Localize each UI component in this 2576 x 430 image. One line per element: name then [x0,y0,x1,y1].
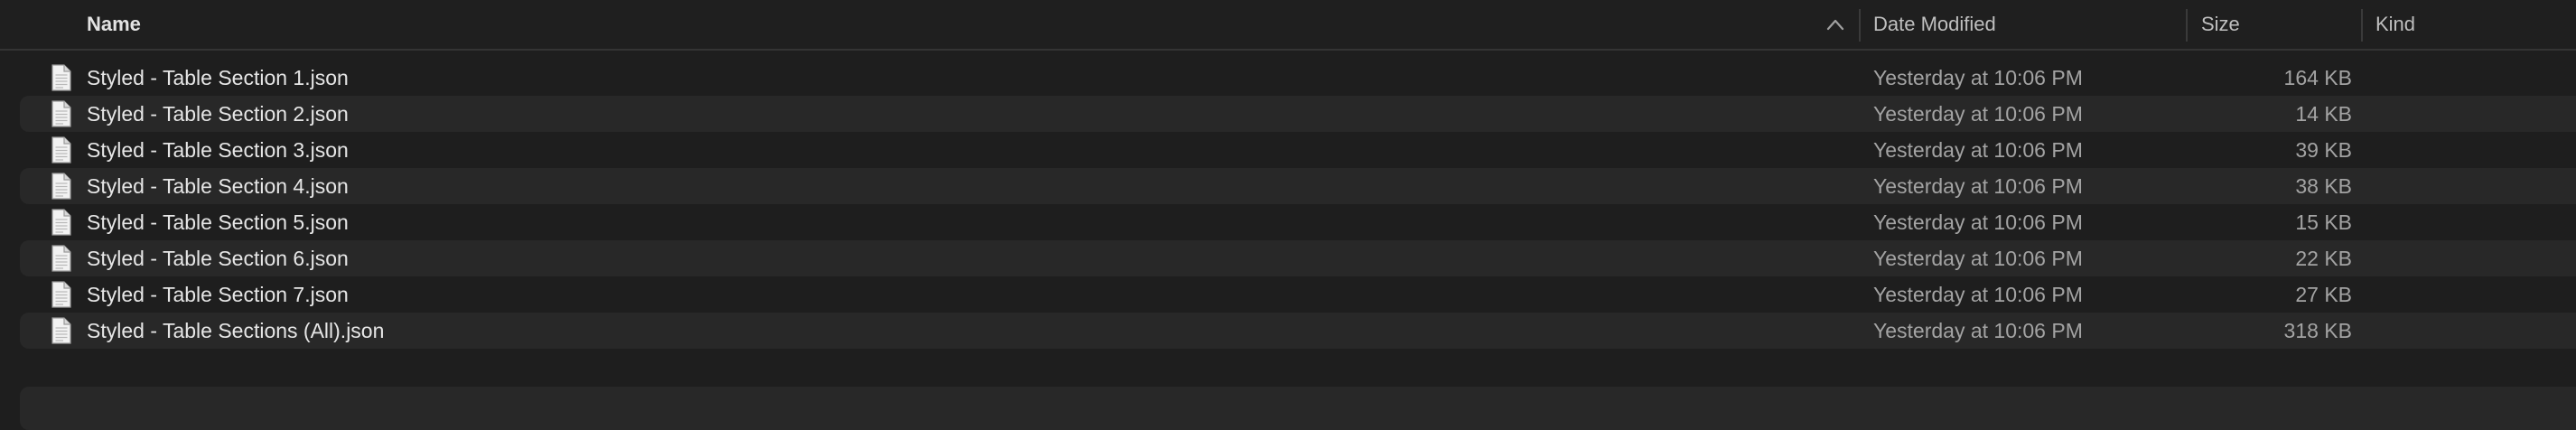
column-header-name[interactable]: Name [87,0,141,49]
document-icon [51,317,71,344]
document-icon [51,245,71,272]
column-divider[interactable] [2186,9,2188,42]
empty-row [20,387,2576,430]
file-size: 164 KB [2283,66,2352,89]
file-list: Styled - Table Section 1.json Yesterday … [20,60,2576,349]
column-header-kind[interactable]: Kind [2375,0,2415,49]
document-icon [51,173,71,200]
file-row[interactable]: Styled - Table Sections (All).json Yeste… [20,313,2576,349]
column-divider[interactable] [1859,9,1861,42]
file-name: Styled - Table Section 2.json [87,102,349,126]
file-date-modified: Yesterday at 10:06 PM [1873,66,2083,89]
file-size: 38 KB [2295,174,2352,198]
file-date-modified: Yesterday at 10:06 PM [1873,210,2083,234]
file-row[interactable]: Styled - Table Section 1.json Yesterday … [20,60,2576,96]
file-date-modified: Yesterday at 10:06 PM [1873,319,2083,342]
column-header-date-modified[interactable]: Date Modified [1873,0,1996,49]
file-name: Styled - Table Section 3.json [87,138,349,162]
file-row[interactable]: Styled - Table Section 4.json Yesterday … [20,168,2576,204]
document-icon [51,281,71,308]
finder-list-view: Name Date Modified Size Kind Styled - Ta… [0,0,2576,430]
file-size: 318 KB [2283,319,2352,342]
document-icon [51,136,71,164]
file-size: 22 KB [2295,247,2352,270]
file-name: Styled - Table Section 7.json [87,283,349,306]
document-icon [51,100,71,127]
file-row[interactable]: Styled - Table Section 2.json Yesterday … [20,96,2576,132]
file-row[interactable]: Styled - Table Section 3.json Yesterday … [20,132,2576,168]
file-size: 15 KB [2295,210,2352,234]
chevron-up-icon[interactable] [1826,18,1844,31]
file-date-modified: Yesterday at 10:06 PM [1873,138,2083,162]
file-date-modified: Yesterday at 10:06 PM [1873,174,2083,198]
file-name: Styled - Table Sections (All).json [87,319,385,342]
file-name: Styled - Table Section 6.json [87,247,349,270]
file-row[interactable]: Styled - Table Section 6.json Yesterday … [20,240,2576,276]
column-divider[interactable] [2361,9,2363,42]
file-size: 39 KB [2295,138,2352,162]
file-row[interactable]: Styled - Table Section 5.json Yesterday … [20,204,2576,240]
file-name: Styled - Table Section 4.json [87,174,349,198]
document-icon [51,64,71,91]
file-size: 27 KB [2295,283,2352,306]
file-date-modified: Yesterday at 10:06 PM [1873,247,2083,270]
column-header-bar: Name Date Modified Size Kind [0,0,2576,51]
file-date-modified: Yesterday at 10:06 PM [1873,102,2083,126]
file-size: 14 KB [2295,102,2352,126]
file-name: Styled - Table Section 5.json [87,210,349,234]
file-row[interactable]: Styled - Table Section 7.json Yesterday … [20,276,2576,313]
document-icon [51,209,71,236]
column-header-size[interactable]: Size [2201,0,2240,49]
file-name: Styled - Table Section 1.json [87,66,349,89]
file-date-modified: Yesterday at 10:06 PM [1873,283,2083,306]
